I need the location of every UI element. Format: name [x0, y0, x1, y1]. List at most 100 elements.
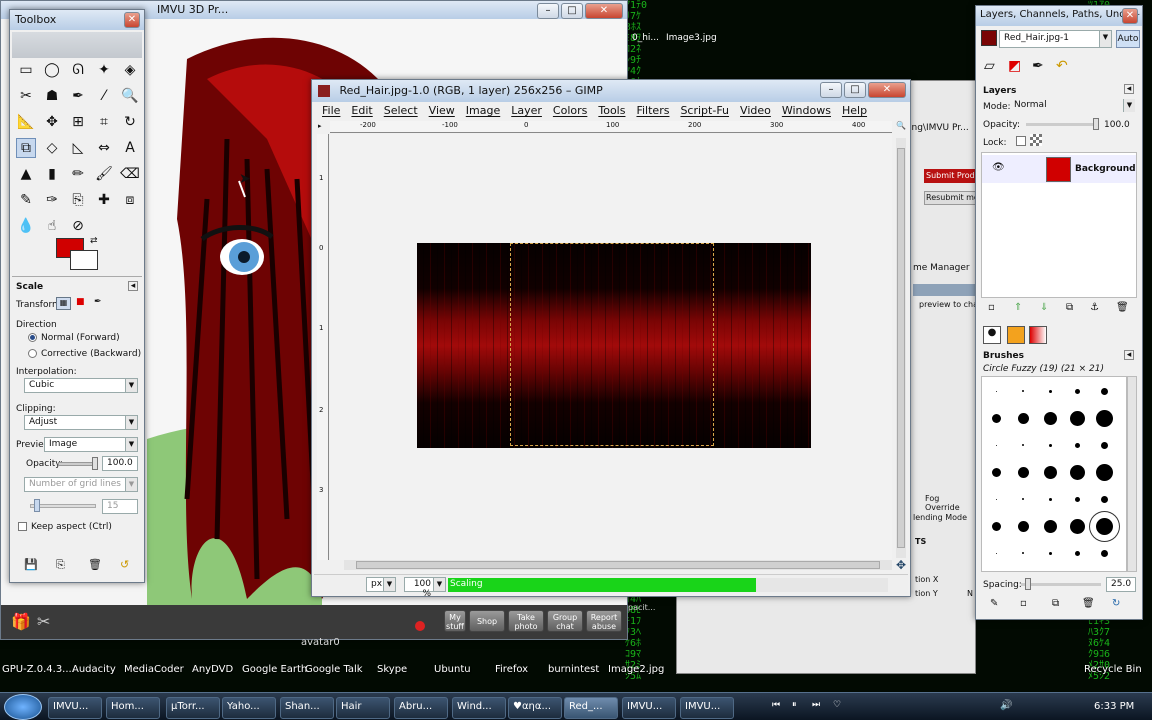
brush-swatch[interactable]	[1048, 497, 1052, 501]
bg-color-swatch[interactable]	[70, 250, 98, 270]
brush-swatch[interactable]	[1022, 390, 1024, 392]
taskbar-button[interactable]: Shan...	[280, 697, 334, 719]
rect-select-icon[interactable]: ▭	[16, 60, 36, 80]
submit-product-button[interactable]: Submit Produ...	[924, 169, 976, 183]
pattern-tab-icon[interactable]	[1007, 326, 1025, 344]
shear-icon[interactable]: ◇	[42, 138, 62, 158]
heal-icon[interactable]: ✚	[94, 190, 114, 210]
reset-options-icon[interactable]: ↺	[120, 558, 129, 571]
menu-edit[interactable]: Edit	[351, 104, 372, 118]
tray-heart-icon[interactable]: ♡	[833, 700, 841, 710]
fuzzy-select-icon[interactable]: ✦	[94, 60, 114, 80]
anchor-layer-icon[interactable]: ⚓	[1090, 302, 1099, 313]
brush-swatch[interactable]	[1069, 464, 1085, 480]
rotate-icon[interactable]: ↻	[120, 112, 140, 132]
grid-select[interactable]: Number of grid lines ▼	[24, 477, 138, 492]
desktop-icon-firefox[interactable]: Firefox	[495, 664, 528, 675]
navigate-icon[interactable]: ✥	[896, 558, 906, 572]
brush-swatch[interactable]	[1074, 388, 1080, 394]
brush-swatch[interactable]	[1069, 410, 1085, 426]
brush-swatch[interactable]	[991, 467, 1001, 477]
transform-layer-icon[interactable]: ▦	[56, 297, 71, 310]
media-prev-icon[interactable]: ⏮	[772, 700, 780, 710]
scissors-icon[interactable]: ✂	[16, 86, 36, 106]
desktop-icon-image2[interactable]: Image2.jpg	[608, 664, 664, 675]
taskbar-button[interactable]: Yaho...	[222, 697, 276, 719]
zoom-icon[interactable]: 🔍	[120, 86, 140, 106]
ink-icon[interactable]: ✑	[42, 190, 62, 210]
brush-swatch[interactable]	[991, 521, 1001, 531]
desktop-icon-anydvd[interactable]: AnyDVD	[192, 664, 233, 675]
spacing-input[interactable]: 25.0	[1106, 577, 1136, 592]
brush-swatch[interactable]	[1048, 551, 1052, 555]
layer-opacity-slider[interactable]	[1026, 123, 1096, 126]
perspective-icon[interactable]: ◺	[68, 138, 88, 158]
unit-select[interactable]: px ▼	[366, 577, 396, 592]
foreground-select-icon[interactable]: ☗	[42, 86, 62, 106]
toolbox-close-button[interactable]: ✕	[124, 12, 140, 28]
brush-swatch[interactable]	[1043, 411, 1057, 425]
grid-count-input[interactable]: 15	[102, 499, 138, 514]
report-abuse-button[interactable]: Report abuse	[586, 610, 622, 632]
brush-swatch[interactable]	[1069, 518, 1085, 534]
opacity-slider[interactable]	[58, 462, 96, 466]
my-stuff-button[interactable]: My stuff	[444, 610, 466, 632]
ellipse-select-icon[interactable]: ◯	[42, 60, 62, 80]
brush-swatch[interactable]	[1048, 389, 1052, 393]
restore-options-icon[interactable]: ⎘	[56, 558, 65, 572]
menu-select[interactable]: Select	[384, 104, 418, 118]
taskbar-button[interactable]: ♥αηα...	[508, 697, 562, 719]
duplicate-brush-icon[interactable]: ⧉	[1052, 598, 1059, 609]
manager-tab[interactable]: me Manager	[913, 263, 970, 273]
spacing-handle[interactable]	[1025, 578, 1031, 590]
layers-menu-icon[interactable]: ◂	[1124, 84, 1134, 94]
tray-volume-icon[interactable]: 🔊	[1000, 700, 1012, 711]
brush-swatch[interactable]	[995, 498, 997, 500]
scissors-tool-icon[interactable]: ✂	[37, 612, 50, 631]
start-button[interactable]	[4, 694, 42, 720]
vertical-scrollbar-thumb[interactable]	[897, 148, 905, 548]
desktop-icon-recycle-bin[interactable]: Recycle Bin	[1084, 664, 1142, 675]
brush-scrollbar[interactable]	[1127, 376, 1137, 572]
taskbar-button[interactable]: IMVU...	[48, 697, 102, 719]
scale-icon[interactable]: ⧉	[16, 138, 36, 158]
dock-tab-paths-icon[interactable]: ✒	[1032, 58, 1044, 74]
menu-script-fu[interactable]: Script-Fu	[680, 104, 729, 118]
resubmit-button[interactable]: Resubmit mod...	[924, 191, 976, 205]
blend-icon[interactable]: ▮	[42, 164, 62, 184]
tray-clock[interactable]: 6:33 PM	[1094, 701, 1134, 712]
taskbar-button[interactable]: IMVU...	[680, 697, 734, 719]
refresh-brush-icon[interactable]: ↻	[1112, 598, 1120, 609]
menu-windows[interactable]: Windows	[782, 104, 831, 118]
opacity-input[interactable]: 100.0	[102, 456, 138, 471]
menu-file[interactable]: File	[322, 104, 340, 118]
menu-tools[interactable]: Tools	[598, 104, 625, 118]
menu-help[interactable]: Help	[842, 104, 867, 118]
airbrush-icon[interactable]: ✎	[16, 190, 36, 210]
tool-options-menu-icon[interactable]: ◂	[128, 281, 138, 291]
transform-selection-icon[interactable]: ■	[76, 297, 89, 310]
desktop-icon-audacity[interactable]: Audacity	[72, 664, 116, 675]
new-layer-icon[interactable]: ▫	[988, 302, 995, 313]
duplicate-layer-icon[interactable]: ⧉	[1066, 302, 1073, 313]
maximize-button[interactable]: □	[561, 3, 583, 19]
clone-icon[interactable]: ⎘	[68, 190, 88, 210]
taskbar-button[interactable]: Abru...	[394, 697, 448, 719]
desktop-icon-ubuntu[interactable]: Ubuntu	[434, 664, 471, 675]
horizontal-scrollbar-thumb[interactable]	[356, 561, 880, 569]
align-icon[interactable]: ⊞	[68, 112, 88, 132]
delete-brush-icon[interactable]: 🗑	[1082, 598, 1095, 609]
color-picker-icon[interactable]: ⁄	[94, 86, 114, 106]
minimize-button[interactable]: –	[537, 3, 559, 19]
taskbar-button[interactable]: Red_...	[564, 697, 618, 719]
image-select[interactable]: Red_Hair.jpg-1 ▼	[999, 30, 1112, 48]
layer-name[interactable]: Background	[1075, 164, 1136, 174]
delete-options-icon[interactable]: 🗑	[88, 558, 102, 571]
paintbrush-icon[interactable]: 🖌	[94, 164, 114, 184]
menu-filters[interactable]: Filters	[636, 104, 669, 118]
preview-select[interactable]: Image ▼	[44, 437, 138, 452]
brush-swatch[interactable]	[1095, 409, 1113, 427]
swap-colors-icon[interactable]: ⇄	[90, 236, 98, 246]
taskbar-button[interactable]: Wind...	[452, 697, 506, 719]
brush-swatch[interactable]	[1100, 441, 1108, 449]
